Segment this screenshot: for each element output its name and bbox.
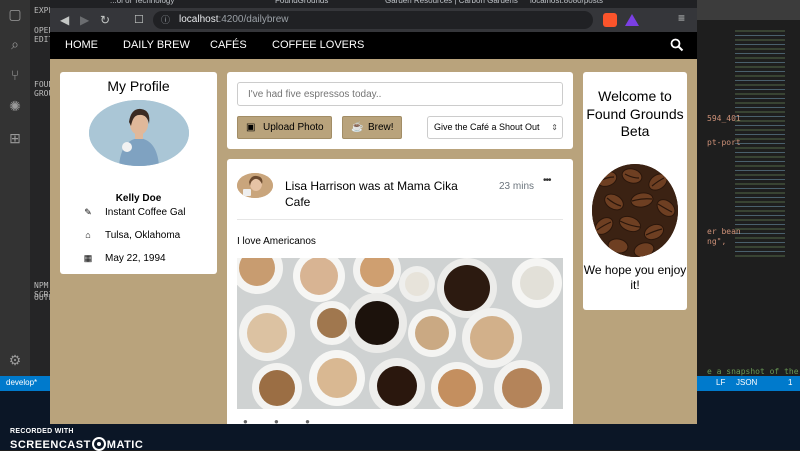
welcome-card: Welcome to Found Grounds Beta We hope yo… [583, 72, 687, 310]
url-host: localhost [179, 14, 219, 25]
code-line: ng", [707, 237, 727, 246]
record-dot-icon [91, 437, 106, 451]
post-author-avatar[interactable] [237, 173, 273, 198]
nav-coffee-lovers[interactable]: COFFEE LOVERS [272, 39, 364, 52]
post-reactions[interactable]: ● ● ● [243, 417, 322, 424]
browser-tab[interactable]: FoundGrounds [275, 0, 385, 8]
vscode-activity-bar: ▢ ⌕ ⑂ ✺ ⊞ ⚙ [0, 0, 30, 376]
brew-button[interactable]: ☕ Brew! [342, 116, 402, 139]
source-control-icon[interactable]: ⑂ [7, 67, 23, 83]
coffee-beans-image [592, 164, 678, 257]
upload-photo-button[interactable]: ▣ Upload Photo [237, 116, 332, 139]
browser-tab[interactable]: localhost:8080/posts [530, 0, 660, 8]
browser-tab-strip: ...ol of Technology FoundGrounds Garden … [50, 0, 697, 8]
settings-gear-icon[interactable]: ⚙ [7, 352, 23, 368]
browser-window: ...ol of Technology FoundGrounds Garden … [50, 0, 697, 424]
address-bar[interactable]: ⓘ localhost:4200/dailybrew [153, 11, 593, 29]
post-body-text: I love Americanos [237, 236, 316, 247]
feed-post: Lisa Harrison was at Mama Cika Cafe 23 m… [227, 159, 573, 424]
nav-daily-brew[interactable]: DAILY BREW [123, 39, 190, 52]
search-icon[interactable]: ⌕ [7, 36, 23, 52]
eol-indicator[interactable]: LF [716, 378, 725, 387]
post-timestamp: 23 mins [499, 181, 535, 192]
select-arrows-icon: ⇕ [551, 123, 558, 132]
welcome-subtitle: We hope you enjoy it! [583, 263, 687, 292]
debug-icon[interactable]: ✺ [7, 98, 23, 114]
post-header: Lisa Harrison was at Mama Cika Cafe [285, 178, 485, 210]
browser-toolbar: ◀ ▶ ↻ ☐ ⓘ localhost:4200/dailybrew ≡ [50, 8, 697, 32]
watermark-left-text: SCREENCAST [10, 439, 91, 451]
profile-card: My Profile Kelly Doe ✎ Instant Coffee Ga… [60, 72, 217, 274]
recorder-watermark-line2: SCREENCAST MATIC [10, 437, 143, 451]
code-line: e a snapshot of the [707, 367, 799, 376]
bookmark-icon[interactable]: ☐ [134, 12, 144, 28]
more-options-icon[interactable]: ••• [543, 175, 551, 186]
profile-name: Kelly Doe [115, 193, 162, 204]
brew-label: Brew! [368, 122, 394, 133]
vscode-minimap[interactable] [735, 30, 785, 260]
welcome-title: Welcome to Found Grounds Beta [586, 88, 684, 139]
shout-out-select[interactable]: Give the Café a Shout Out ⇕ [427, 116, 563, 139]
author-photo [237, 173, 273, 198]
post-connector: was at [359, 179, 394, 193]
post-composer: ▣ Upload Photo ☕ Brew! Give the Café a S… [227, 72, 573, 149]
profile-row-text: Tulsa, Oklahoma [105, 230, 181, 241]
forward-arrow-icon[interactable]: ▶ [80, 12, 89, 28]
profile-row-text: Instant Coffee Gal [105, 207, 186, 218]
profile-row-text: May 22, 1994 [105, 253, 166, 264]
back-arrow-icon[interactable]: ◀ [60, 12, 69, 28]
post-image[interactable] [237, 258, 563, 409]
post-input[interactable] [237, 82, 563, 106]
nav-home[interactable]: HOME [65, 39, 98, 52]
hamburger-menu-icon[interactable]: ≡ [678, 11, 685, 25]
watermark-right-text: MATIC [106, 439, 144, 451]
coffee-cup-icon: ☕ [351, 122, 364, 133]
url-path: :4200/dailybrew [218, 14, 289, 25]
brave-rewards-icon[interactable] [625, 14, 639, 26]
vscode-explorer-panel: EXPLORER OPEN EDITORS FOUND-GROUNDS NPM … [30, 0, 73, 376]
pencil-icon: ✎ [84, 207, 92, 217]
profile-title: My Profile [107, 78, 170, 94]
extensions-icon[interactable]: ⊞ [7, 130, 23, 146]
recorder-watermark-line1: RECORDED WITH [10, 428, 74, 435]
profile-avatar[interactable] [89, 100, 189, 166]
home-icon: ⌂ [85, 230, 91, 240]
app-navbar: HOME DAILY BREW CAFÉS COFFEE LOVERS [50, 32, 697, 59]
post-divider [237, 219, 563, 220]
nav-cafes[interactable]: CAFÉS [210, 39, 247, 52]
language-indicator[interactable]: JSON [736, 378, 757, 387]
shout-out-value: Give the Café a Shout Out [434, 122, 540, 132]
files-icon[interactable]: ▢ [7, 6, 23, 22]
upload-photo-label: Upload Photo [263, 122, 324, 133]
vscode-titlebar [697, 0, 800, 20]
profile-photo [89, 100, 189, 166]
brave-shield-icon[interactable] [603, 13, 617, 27]
notification-count[interactable]: 1 [788, 378, 792, 387]
branch-indicator[interactable]: develop* [6, 378, 37, 387]
coffee-beans-photo [592, 164, 678, 257]
page-body: My Profile Kelly Doe ✎ Instant Coffee Ga… [50, 59, 697, 424]
site-info-icon[interactable]: ⓘ [161, 11, 170, 29]
browser-tab[interactable]: Garden Resources | Carbon Gardens [385, 0, 525, 8]
birthday-cake-icon: ▦ [83, 253, 93, 263]
coffee-cups-photo [237, 258, 563, 409]
reload-icon[interactable]: ↻ [100, 12, 110, 28]
image-icon: ▣ [246, 122, 256, 133]
search-icon[interactable] [670, 38, 684, 52]
browser-tab[interactable]: ...ol of Technology [110, 0, 270, 8]
post-author-name[interactable]: Lisa Harrison [285, 179, 356, 193]
